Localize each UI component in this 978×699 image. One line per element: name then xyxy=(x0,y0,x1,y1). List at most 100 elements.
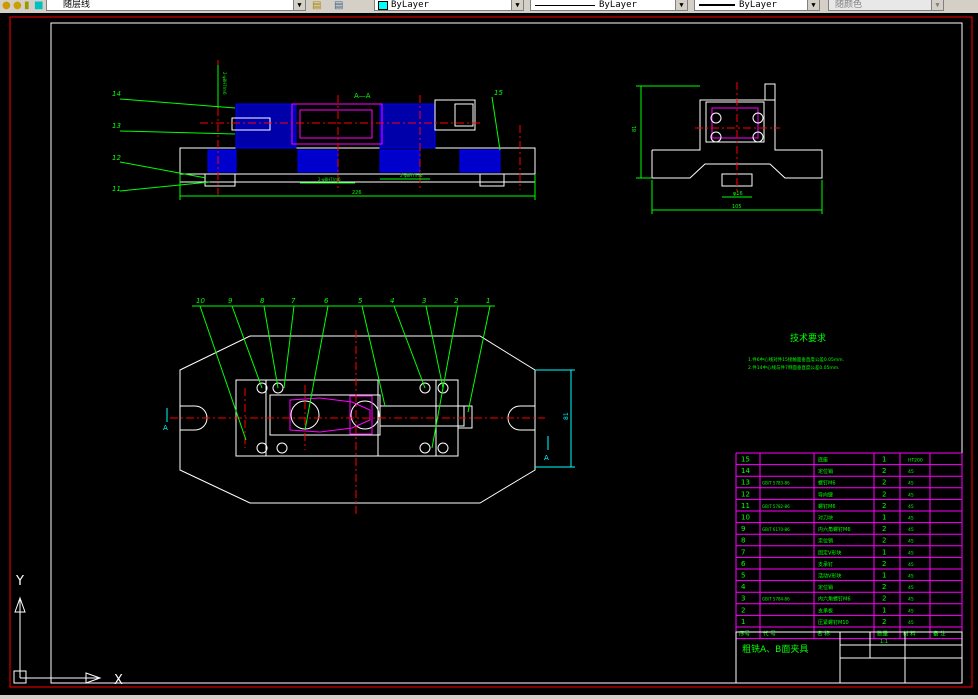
bom-name: 螺钉M6 xyxy=(818,480,836,487)
bom-qty: 2 xyxy=(882,595,886,603)
linetype-dropdown[interactable]: ByLayer ▼ xyxy=(530,0,688,11)
bom-qty: 1 xyxy=(882,514,886,522)
hatch-mid2 xyxy=(379,149,421,173)
callout-14: 14 xyxy=(112,90,121,98)
plan-callout-5: 5 xyxy=(358,297,363,305)
bom-no: 11 xyxy=(741,502,750,510)
bom-no: 5 xyxy=(741,572,745,580)
fit-left: 2-φ8H7/m6 xyxy=(318,177,341,182)
lineweight-dropdown[interactable]: ByLayer ▼ xyxy=(694,0,820,11)
bom-header: 数量 xyxy=(877,630,889,638)
linetype-value: ByLayer xyxy=(599,0,637,10)
bom-name: 对刀块 xyxy=(818,515,833,522)
ucs-icon: Y X xyxy=(13,574,123,688)
side-view: 81 105 φ16 xyxy=(632,82,823,214)
hatch-upper-right xyxy=(379,103,436,149)
plotstyle-value: 随颜色 xyxy=(835,0,863,10)
bom-name: 支承板 xyxy=(818,607,833,614)
bom-material: 45 xyxy=(908,481,914,487)
plan-callout-1: 1 xyxy=(486,297,490,305)
bom-qty: 1 xyxy=(882,572,886,580)
color-dropdown[interactable]: ByLayer ▼ xyxy=(374,0,524,11)
lineweight-value: ByLayer xyxy=(739,0,777,10)
bom-qty: 2 xyxy=(882,583,886,591)
hatch-right xyxy=(459,149,501,173)
bom-header: 名 称 xyxy=(817,630,830,638)
bom-code: GB/T 5783-86 xyxy=(762,481,790,486)
bom-no: 10 xyxy=(741,514,750,522)
chevron-down-icon[interactable]: ▼ xyxy=(511,0,523,10)
bom-no: 2 xyxy=(741,606,745,614)
plan-view: 81 A A 10 9 8 7 6 5 4 3 2 1 xyxy=(163,297,575,515)
bom-no: 8 xyxy=(741,537,745,545)
ucs-y-label: Y xyxy=(15,574,24,589)
bom-name: 定位销 xyxy=(818,584,833,591)
bom-name: 底座 xyxy=(818,457,828,464)
section-mark-right: A xyxy=(544,454,549,462)
bom-material: 45 xyxy=(908,504,914,510)
key-left xyxy=(204,173,236,187)
side-dim-slot: φ16 xyxy=(733,191,743,197)
chevron-down-icon[interactable]: ▼ xyxy=(293,0,305,10)
bom-material: 45 xyxy=(908,492,914,498)
bom-material: 45 xyxy=(908,585,914,591)
bom-name: 螺钉M6 xyxy=(818,503,836,510)
bom-name: 内六角螺钉M6 xyxy=(818,526,851,533)
callout-11: 11 xyxy=(112,185,121,193)
tech-line-2: 2.件14中心线与件7侧面垂直度公差0.05mm. xyxy=(748,364,840,371)
bom-no: 4 xyxy=(741,583,746,591)
bom-material: 45 xyxy=(908,539,914,545)
layer-name: 随层线 xyxy=(63,0,91,10)
bom-qty: 1 xyxy=(882,548,886,556)
bom-no: 15 xyxy=(741,456,750,464)
callout-13: 13 xyxy=(112,122,121,130)
dim-total: 226 xyxy=(352,190,362,196)
title-block-scale: 1:1 xyxy=(880,639,888,645)
bom-name: 支承钉 xyxy=(818,561,833,568)
lineweight-sample xyxy=(699,4,735,6)
bom-qty: 2 xyxy=(882,560,886,568)
properties-toolbar: ● ● ▮ ■ 随层线 ▼ ▤ ▤ ByLayer ▼ ByLayer ▼ By… xyxy=(0,0,978,14)
layer-dropdown[interactable]: 随层线 ▼ xyxy=(46,0,306,11)
bom-qty: 2 xyxy=(882,502,886,510)
bom-qty: 2 xyxy=(882,525,886,533)
chevron-down-icon[interactable]: ▼ xyxy=(807,0,819,10)
fit-vertical: 2-φ8H7/m6 xyxy=(222,72,227,95)
title-block: 粗铣A、B面夹具 1:1 xyxy=(735,631,963,684)
fit-right: 2-φ8H7/m6 xyxy=(400,173,423,178)
bom-qty: 2 xyxy=(882,467,886,475)
hatch-mid xyxy=(297,149,339,173)
bom-material: 45 xyxy=(908,550,914,556)
make-layer-current-icon[interactable]: ▤ xyxy=(312,0,321,13)
plan-callout-9: 9 xyxy=(228,297,233,305)
bom-name: 定位销 xyxy=(818,468,833,475)
ucs-x-label: X xyxy=(114,673,123,688)
plotstyle-dropdown[interactable]: 随颜色 ▼ xyxy=(828,0,944,11)
light-bulb-icon[interactable]: ● xyxy=(2,0,11,13)
plan-callout-4: 4 xyxy=(390,297,394,305)
chevron-down-icon[interactable]: ▼ xyxy=(931,0,943,10)
chevron-down-icon[interactable]: ▼ xyxy=(675,0,687,10)
linetype-sample xyxy=(535,5,595,6)
sun-icon[interactable]: ● xyxy=(13,0,22,13)
bom-qty: 1 xyxy=(882,606,886,614)
bom-material: 45 xyxy=(908,620,914,626)
bom-material: 45 xyxy=(908,516,914,522)
bom-qty: 2 xyxy=(882,479,886,487)
bom-name: 压紧螺钉M10 xyxy=(818,619,849,626)
key-right xyxy=(479,173,505,187)
bill-of-materials: 15 底座 1 HT20014 定位销 2 4513 GB/T 5783-86 螺钉M6 2 451… xyxy=(735,452,963,640)
bom-code: GB/T 5782-86 xyxy=(762,504,790,509)
workpiece-inner xyxy=(299,109,373,139)
bom-material: HT200 xyxy=(908,458,923,464)
bom-qty: 1 xyxy=(882,456,886,464)
bom-material: 45 xyxy=(908,608,914,614)
plan-callout-3: 3 xyxy=(422,297,426,305)
lock-icon[interactable]: ▮ xyxy=(24,0,30,13)
layer-previous-icon[interactable]: ▤ xyxy=(334,0,343,13)
side-dim-width: 105 xyxy=(732,204,742,210)
drawing-canvas[interactable]: 226 2-φ8H7/m6 2-φ8H7/m6 2-φ8H7/m6 A—A 14… xyxy=(0,13,978,695)
bom-no: 13 xyxy=(741,479,750,487)
bom-material: 45 xyxy=(908,574,914,580)
color-square-icon[interactable]: ■ xyxy=(34,0,43,13)
